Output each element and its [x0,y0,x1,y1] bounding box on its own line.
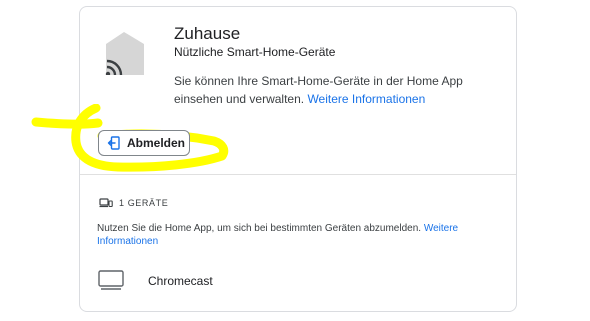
devices-header: 1 GERÄTE [99,197,168,209]
divider [80,174,516,175]
tv-icon [98,269,124,293]
logout-button[interactable]: Abmelden [98,130,190,156]
home-description: Sie können Ihre Smart-Home-Geräte in der… [174,72,504,108]
device-item-chromecast[interactable]: Chromecast [98,266,398,296]
devices-icon [99,197,113,209]
devices-hint: Nutzen Sie die Home App, um sich bei bes… [97,222,472,248]
device-count: 1 GERÄTE [119,198,169,208]
devices-hint-text: Nutzen Sie die Home App, um sich bei bes… [97,223,422,234]
home-title: Zuhause [174,24,241,43]
learn-more-link[interactable]: Weitere Informationen [307,92,425,106]
logout-label: Abmelden [127,136,186,150]
home-subtitle: Nützliche Smart-Home-Geräte [174,45,336,59]
logout-icon [107,136,121,150]
home-wifi-icon [104,30,154,77]
device-name: Chromecast [148,274,213,288]
